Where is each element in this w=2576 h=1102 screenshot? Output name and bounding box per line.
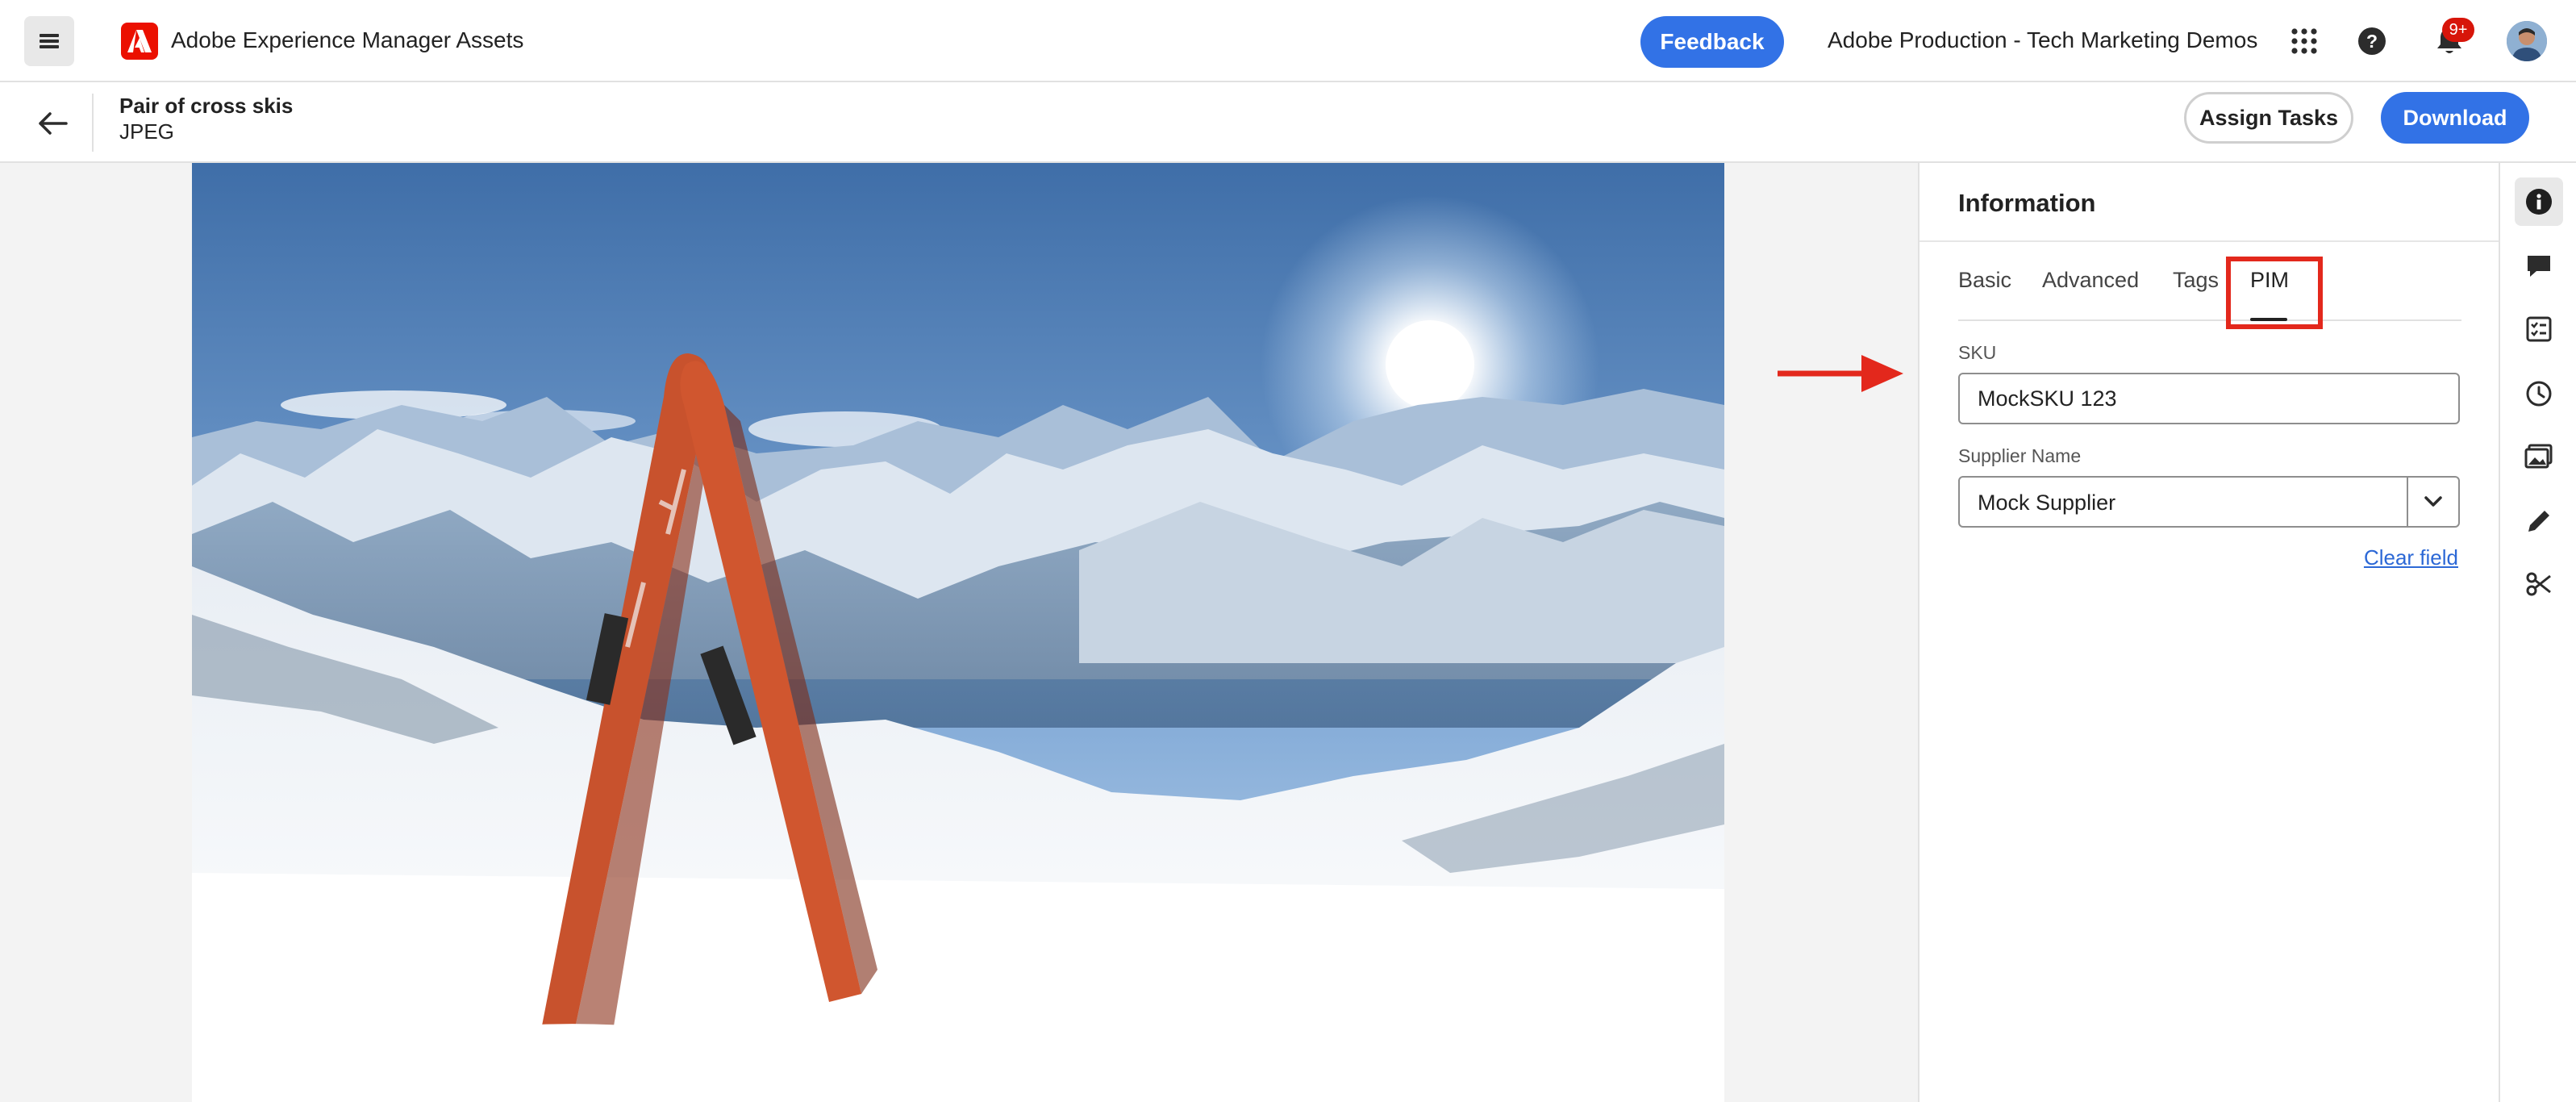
asset-preview-area (0, 163, 1918, 1102)
hamburger-menu-button[interactable] (24, 16, 74, 66)
pim-tab-highlight-box (2226, 257, 2323, 329)
renditions-icon[interactable] (2515, 432, 2563, 481)
organization-switcher[interactable]: Adobe Production - Tech Marketing Demos (1828, 27, 2257, 53)
asset-title: Pair of cross skis (119, 94, 294, 118)
assign-tasks-button[interactable]: Assign Tasks (2184, 92, 2353, 144)
tab-tags[interactable]: Tags (2173, 265, 2219, 318)
top-navigation-bar: Adobe Experience Manager Assets Feedback… (0, 0, 2576, 82)
asset-file-type: JPEG (119, 119, 174, 144)
hamburger-icon (40, 34, 59, 48)
chevron-down-icon[interactable] (2408, 478, 2458, 526)
header-divider (92, 94, 94, 152)
info-icon[interactable] (2515, 177, 2563, 226)
download-button[interactable]: Download (2381, 92, 2529, 144)
svg-text:?: ? (2366, 31, 2378, 52)
right-tool-rail (2499, 163, 2576, 1102)
information-panel: Information Basic Advanced Tags PIM SKU … (1918, 163, 2500, 1102)
asset-preview-image (192, 163, 1724, 1102)
sku-label: SKU (1958, 342, 1997, 363)
adobe-logo-icon (121, 23, 158, 60)
edit-pencil-icon[interactable] (2515, 497, 2563, 545)
information-tabs: Basic Advanced Tags PIM (1958, 265, 2461, 321)
feedback-button[interactable]: Feedback (1640, 16, 1784, 68)
history-icon[interactable] (2515, 369, 2563, 418)
tab-advanced[interactable]: Advanced (2042, 265, 2139, 318)
panel-divider (1919, 240, 2500, 242)
back-arrow-icon[interactable] (32, 103, 73, 144)
comment-icon[interactable] (2515, 242, 2563, 290)
clear-field-link[interactable]: Clear field (2364, 545, 2458, 570)
tab-basic[interactable]: Basic (1958, 265, 2011, 318)
supplier-name-label: Supplier Name (1958, 445, 2082, 466)
crop-scissors-icon[interactable] (2515, 560, 2563, 608)
notifications-badge: 9+ (2442, 18, 2474, 42)
annotation-arrow-icon (1778, 355, 1903, 392)
supplier-name-dropdown[interactable]: Mock Supplier (1958, 476, 2460, 528)
sku-field[interactable]: MockSKU 123 (1958, 373, 2460, 424)
tasks-icon[interactable] (2515, 305, 2563, 353)
asset-header: Pair of cross skis JPEG Assign Tasks Dow… (0, 82, 2576, 163)
panel-title: Information (1958, 189, 2096, 217)
supplier-name-value: Mock Supplier (1978, 490, 2116, 515)
app-switcher-grid-icon[interactable] (2286, 23, 2323, 60)
help-icon[interactable]: ? (2353, 23, 2391, 60)
user-avatar[interactable] (2507, 21, 2547, 61)
app-title: Adobe Experience Manager Assets (171, 27, 524, 52)
